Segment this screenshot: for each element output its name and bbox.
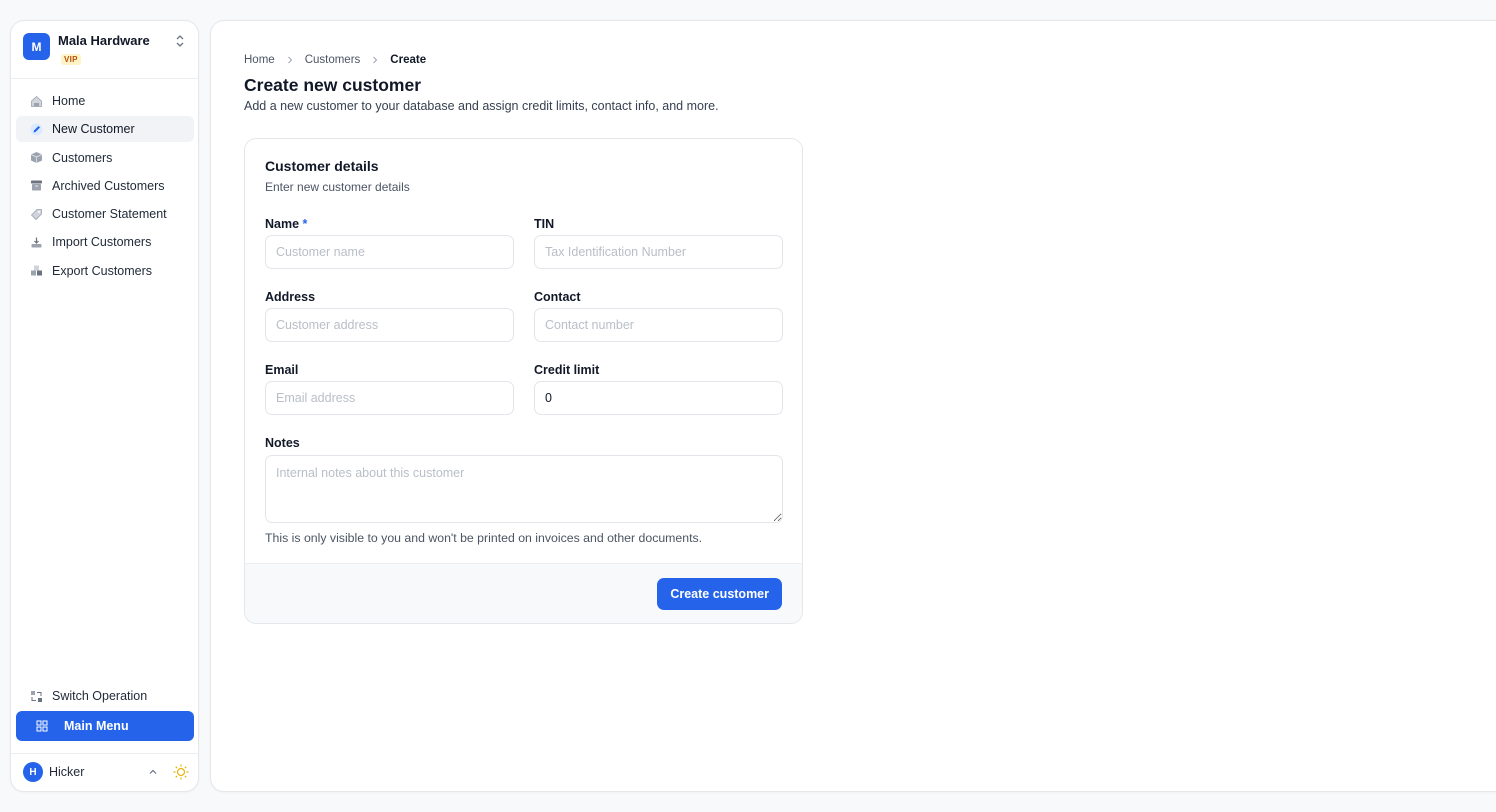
box-icon (30, 151, 43, 164)
edit-icon (30, 123, 43, 136)
chevron-right-icon (373, 56, 378, 64)
name-label: Name * (265, 217, 307, 231)
sidebar-item-label: New Customer (52, 122, 135, 137)
sidebar: M Mala Hardware VIP Home New Customer Cu… (10, 20, 199, 792)
main-menu-label: Main Menu (64, 719, 129, 733)
home-icon (30, 95, 43, 108)
main-panel: Home Customers Create Create new custome… (210, 20, 1496, 792)
page-title: Create new customer (244, 75, 422, 95)
org-badge: VIP (61, 54, 81, 65)
org-name: Mala Hardware (58, 33, 150, 48)
credit-limit-label: Credit limit (534, 363, 600, 377)
sidebar-item-label: Archived Customers (52, 178, 165, 193)
archive-icon (30, 179, 43, 192)
sidebar-bottom-nav: Switch Operation Main Menu (16, 683, 194, 741)
user-name[interactable]: Hicker (49, 765, 84, 779)
sidebar-nav: Home New Customer Customers Archived Cus… (16, 88, 194, 286)
chevron-up-icon[interactable] (148, 767, 158, 777)
switch-operation-button[interactable]: Switch Operation (16, 683, 194, 709)
sidebar-item-label: Home (52, 94, 86, 108)
breadcrumb-customers[interactable]: Customers (305, 54, 361, 66)
import-icon (30, 236, 43, 249)
contact-label: Contact (534, 290, 581, 304)
breadcrumb: Home Customers Create (244, 54, 426, 66)
sidebar-item-new-customer[interactable]: New Customer (16, 116, 194, 143)
email-field[interactable] (265, 381, 514, 415)
export-icon (30, 264, 43, 277)
breadcrumb-home[interactable]: Home (244, 54, 275, 66)
switch-icon (30, 690, 43, 703)
sidebar-item-import-customers[interactable]: Import Customers (16, 229, 194, 255)
org-switcher[interactable]: M Mala Hardware VIP (11, 21, 198, 79)
sidebar-item-customers[interactable]: Customers (16, 145, 194, 171)
breadcrumb-current: Create (390, 54, 427, 66)
sidebar-item-customer-statement[interactable]: Customer Statement (16, 201, 194, 227)
tin-input[interactable] (534, 235, 783, 269)
sidebar-item-label: Customer Statement (52, 207, 167, 222)
card-footer: Create customer (245, 563, 802, 623)
name-input[interactable] (265, 235, 514, 269)
sidebar-item-archived-customers[interactable]: Archived Customers (16, 173, 194, 199)
tag-icon (30, 208, 43, 221)
customer-form-card: Customer details Enter new customer deta… (244, 138, 803, 624)
name-label-text: Name (265, 217, 300, 231)
switch-operation-label: Switch Operation (52, 689, 148, 703)
notes-label: Notes (265, 436, 300, 450)
avatar[interactable]: H (23, 762, 43, 782)
credit-limit-input[interactable] (534, 381, 783, 415)
contact-input[interactable] (534, 308, 783, 342)
chevron-up-down-icon[interactable] (174, 33, 186, 49)
notes-helper-text: This is only visible to you and won't be… (265, 531, 703, 545)
email-label: Email (265, 363, 299, 377)
org-avatar: M (23, 33, 50, 60)
address-input[interactable] (265, 308, 514, 342)
tin-label: TIN (534, 217, 555, 231)
required-mark: * (302, 217, 308, 231)
card-subtitle: Enter new customer details (265, 180, 410, 194)
address-label: Address (265, 290, 316, 304)
create-customer-button[interactable]: Create customer (657, 578, 782, 610)
sidebar-item-label: Customers (52, 150, 113, 165)
grid-icon (35, 720, 48, 733)
chevron-right-icon (287, 56, 292, 64)
sidebar-item-export-customers[interactable]: Export Customers (16, 258, 194, 284)
sun-icon[interactable] (172, 763, 190, 781)
sidebar-item-home[interactable]: Home (16, 88, 194, 114)
sidebar-item-label: Import Customers (52, 235, 152, 250)
main-menu-button[interactable]: Main Menu (16, 711, 194, 741)
card-title: Customer details (265, 158, 379, 174)
sidebar-item-label: Export Customers (52, 263, 153, 278)
user-bar: H Hicker (11, 753, 198, 791)
notes-textarea[interactable] (265, 455, 783, 523)
page-description: Add a new customer to your database and … (244, 99, 719, 113)
